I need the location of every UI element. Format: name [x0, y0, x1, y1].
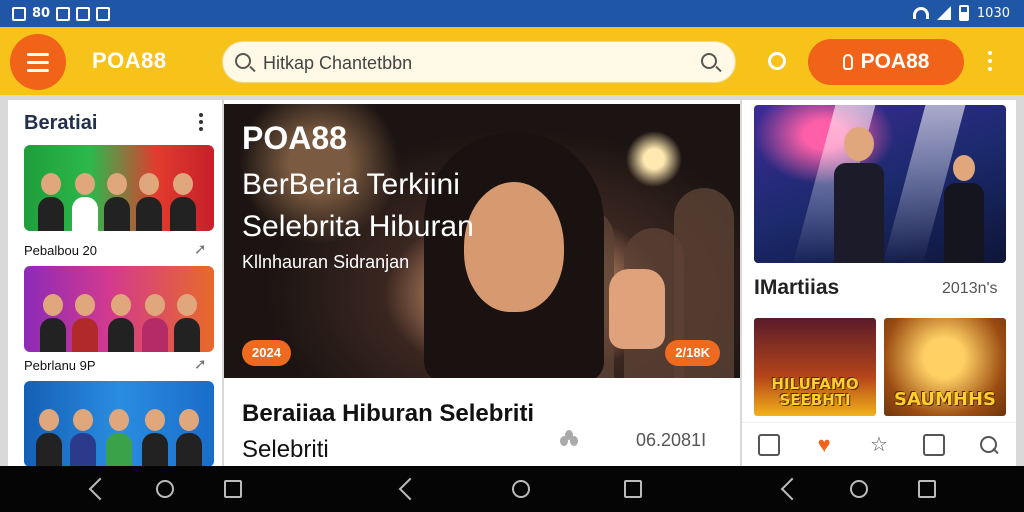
views-badge: 2/18K	[665, 340, 720, 366]
image-icon	[96, 6, 111, 21]
search-icon[interactable]	[978, 434, 1000, 456]
section-count: 2013n's	[942, 280, 998, 297]
featured-image[interactable]: POA88 BerBeria Terkiini Selebrita Hibura…	[224, 104, 740, 378]
back-icon[interactable]	[782, 480, 796, 498]
left-panel-title: Beratiai	[24, 112, 98, 134]
more-icon[interactable]	[988, 51, 992, 71]
notification-icon	[12, 6, 26, 21]
sun-icon[interactable]	[768, 52, 786, 70]
thumbnail-title: SAUMHHS	[894, 389, 996, 410]
year-badge: 2024	[242, 340, 291, 366]
arrow-right-icon[interactable]: ➚	[194, 240, 207, 258]
calendar-icon[interactable]	[922, 433, 945, 456]
home-icon[interactable]	[850, 480, 868, 498]
notification-icon	[76, 6, 91, 21]
article-title[interactable]: Beraiiaa Hiburan Selebriti Selebriti	[242, 396, 534, 468]
status-time-left: 80	[32, 6, 51, 21]
home-icon[interactable]	[156, 480, 174, 498]
home-icon[interactable]	[512, 480, 530, 498]
brand-button-label: POA88	[860, 50, 930, 73]
mail-icon	[56, 6, 71, 21]
recent-apps-icon[interactable]	[624, 480, 642, 498]
status-bar: 80 1030	[0, 0, 1024, 27]
grid-icon[interactable]	[758, 433, 781, 456]
menu-button[interactable]	[10, 34, 66, 90]
section-label: IMartiias	[754, 276, 840, 299]
news-card[interactable]	[24, 381, 214, 467]
status-left-icons: 80	[12, 6, 111, 21]
status-right-icons: 1030	[912, 5, 1010, 21]
pin-icon	[842, 54, 853, 70]
featured-article[interactable]: POA88 BerBeria Terkiini Selebrita Hibura…	[224, 100, 740, 466]
left-panel-more-icon[interactable]	[199, 113, 203, 131]
thumbnail-card[interactable]: HILUFAMO SEEBHTI	[754, 318, 876, 416]
featured-headline: BerBeria Terkiini Selebrita Hiburan	[242, 168, 474, 243]
system-nav-bar	[0, 466, 1024, 512]
featured-brand: POA88	[242, 120, 347, 156]
back-icon[interactable]	[90, 480, 104, 498]
back-icon[interactable]	[400, 480, 414, 498]
featured-subtitle: Kllnhauran Sidranjan	[242, 252, 410, 272]
thumbnail-card[interactable]: SAUMHHS	[884, 318, 1006, 416]
recent-apps-icon[interactable]	[224, 480, 242, 498]
search-input[interactable]: Hitkap Chantetbbn	[263, 53, 412, 74]
app-logo[interactable]: POA88	[92, 48, 167, 74]
arrow-right-icon[interactable]: ➚	[194, 355, 207, 373]
recent-apps-icon[interactable]	[918, 480, 936, 498]
status-time-right: 1030	[976, 5, 1010, 21]
menu-icon	[27, 52, 49, 56]
news-card[interactable]	[24, 145, 214, 231]
thumbnail-title: HILUFAMO SEEBHTI	[771, 375, 859, 409]
share-icon[interactable]	[560, 430, 578, 446]
search-icon	[235, 53, 251, 69]
brand-button[interactable]: POA88	[808, 39, 964, 85]
bottom-tab-bar: ♥ ☆	[742, 422, 1016, 466]
promo-image[interactable]	[754, 105, 1006, 263]
app-bar: POA88 Hitkap Chantetbbn POA88	[0, 27, 1024, 95]
search-submit-icon[interactable]	[701, 53, 717, 69]
right-panel: IMartiias 2013n's HILUFAMO SEEBHTI SAUMH…	[742, 100, 1016, 466]
article-date: 06.2081I	[636, 430, 707, 450]
left-panel: Beratiai Pebalbou 20 ➚ Pebrlanu 9P ➚	[8, 100, 222, 467]
heart-icon[interactable]: ♥	[813, 433, 835, 456]
star-icon[interactable]: ☆	[868, 434, 890, 456]
wifi-icon	[912, 7, 929, 19]
news-card[interactable]	[24, 266, 214, 352]
search-bar[interactable]: Hitkap Chantetbbn	[222, 41, 736, 83]
card-caption[interactable]: Pebalbou 20	[24, 243, 97, 258]
battery-icon	[958, 5, 969, 21]
card-caption[interactable]: Pebrlanu 9P	[24, 358, 96, 373]
signal-icon	[936, 6, 951, 20]
